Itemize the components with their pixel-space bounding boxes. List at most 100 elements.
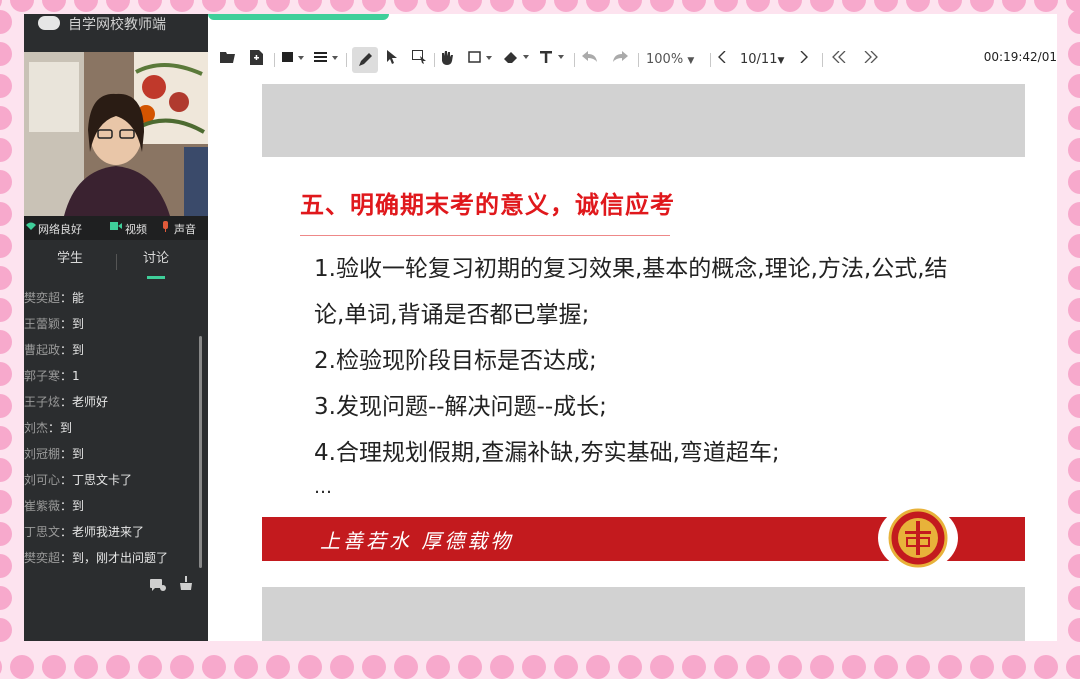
app-logo-icon (38, 16, 60, 30)
decorative-dot (202, 0, 226, 12)
decorative-dot (1068, 298, 1080, 322)
audio-icon[interactable] (162, 221, 170, 235)
text-icon[interactable] (540, 50, 566, 70)
left-panel: 自学网校教师端 网络良好 视频 声音 学生 讨论 樊奕超：能 王蕾颖：到 曹起政… (24, 14, 208, 641)
chat-text: 丁思文卡了 (72, 473, 133, 487)
decorative-dot (42, 655, 66, 679)
decorative-dot (1034, 0, 1058, 12)
decorative-dot (1068, 330, 1080, 354)
decorative-dot (682, 655, 706, 679)
slide: 五、明确期末考的意义，诚信应考 1.验收一轮复习初期的复习效果,基本的概念,理论… (262, 157, 1025, 587)
decorative-dot (330, 0, 354, 12)
audio-label: 声音 (174, 223, 196, 236)
chat-message: 郭子寒：1 (24, 366, 80, 386)
decorative-dot (1068, 394, 1080, 418)
decorative-dot (874, 655, 898, 679)
chat-message: 刘冠棚：到 (24, 444, 84, 464)
toolbar-divider (710, 53, 711, 67)
decorative-dot (426, 655, 450, 679)
decorative-dot (1068, 362, 1080, 386)
pen-icon[interactable] (352, 47, 378, 73)
prev-page-icon[interactable] (718, 50, 726, 70)
slide-ellipsis: … (314, 477, 332, 498)
tab-students[interactable]: 学生 (24, 240, 116, 278)
decorative-dot (0, 234, 12, 258)
chat-separator: ： (60, 499, 73, 513)
slide-title: 五、明确期末考的意义，诚信应考 (300, 191, 675, 219)
decorative-dot (1068, 522, 1080, 546)
collapse-left-icon[interactable] (832, 50, 846, 70)
expand-right-icon[interactable] (864, 50, 878, 70)
decorative-dot (490, 655, 514, 679)
next-page-icon[interactable] (800, 50, 808, 70)
decorative-dot (0, 266, 12, 290)
zoom-select[interactable]: 100% ▼ (646, 50, 694, 70)
page-select[interactable]: 10/11▼ (740, 50, 784, 70)
decorative-dot (1068, 42, 1080, 66)
chat-list: 樊奕超：能 王蕾颖：到 曹起政：到 郭子寒：1 王子炫：老师好 刘杰：到 刘冠棚… (24, 282, 208, 572)
chat-text: 老师好 (72, 395, 109, 409)
decorative-dot (1068, 586, 1080, 610)
decorative-dot (170, 655, 194, 679)
decorative-dot (234, 0, 258, 12)
decorative-dot (1068, 490, 1080, 514)
decorative-dot (874, 0, 898, 12)
toolbar-divider (274, 53, 275, 67)
hand-icon[interactable] (440, 50, 454, 70)
chat-actions (24, 574, 208, 598)
decorative-dot (1068, 618, 1080, 642)
chat-message: 樊奕超：能 (24, 288, 84, 308)
panel-tabs: 学生 讨论 (24, 240, 208, 280)
decorative-dot (778, 655, 802, 679)
decorative-dot (1068, 202, 1080, 226)
clear-chat-icon[interactable] (179, 576, 193, 595)
decorative-dot (266, 0, 290, 12)
chat-separator: ： (60, 291, 73, 305)
app-brand: 自学网校教师端 (24, 14, 208, 52)
rectangle-icon[interactable] (468, 50, 494, 70)
network-status: 网络良好 (38, 223, 82, 236)
tab-discussion[interactable]: 讨论 (110, 240, 202, 278)
decorative-dot (1068, 266, 1080, 290)
chat-text: 老师我进来了 (72, 525, 145, 539)
chat-sender: 崔紫薇 (24, 499, 61, 513)
chat-sender: 丁思文 (24, 525, 61, 539)
decorative-dot (42, 0, 66, 12)
decorative-dot (298, 655, 322, 679)
chat-separator: ： (60, 525, 73, 539)
decorative-dot (1068, 74, 1080, 98)
decorative-dot (1068, 234, 1080, 258)
chat-settings-icon[interactable] (150, 577, 166, 596)
decorative-dot (906, 655, 930, 679)
decorative-dot (1068, 170, 1080, 194)
app-name: 自学网校教师端 (68, 17, 166, 33)
decorative-dot (586, 655, 610, 679)
decorative-dot (586, 0, 610, 12)
chat-scrollbar[interactable] (199, 336, 202, 568)
decorative-dot (1068, 106, 1080, 130)
pointer-icon[interactable] (386, 50, 398, 70)
open-file-icon[interactable] (220, 50, 236, 70)
line-style-icon[interactable] (314, 50, 340, 70)
decorative-dot (266, 655, 290, 679)
chevron-down-icon: ▼ (687, 56, 695, 66)
decorative-dot (0, 202, 12, 226)
decorative-dot (202, 655, 226, 679)
decorative-dot (842, 0, 866, 12)
video-camera-icon[interactable] (110, 221, 122, 234)
fill-color-icon[interactable] (282, 50, 306, 70)
chat-message: 樊奕超：到，刚才出问题了 (24, 548, 168, 568)
decorative-dot (746, 655, 770, 679)
redo-icon[interactable] (612, 50, 628, 70)
decorative-dot (362, 655, 386, 679)
eraser-icon[interactable] (504, 50, 532, 70)
select-icon[interactable] (412, 50, 427, 70)
decorative-dot (0, 42, 12, 66)
decorative-dot (682, 0, 706, 12)
slide-line: 3.发现问题--解决问题--成长; (314, 394, 607, 420)
chat-sender: 王蕾颖 (24, 317, 61, 331)
decorative-dot (458, 0, 482, 12)
undo-icon[interactable] (582, 50, 598, 70)
decorative-dot (1068, 138, 1080, 162)
new-file-icon[interactable] (250, 50, 263, 70)
